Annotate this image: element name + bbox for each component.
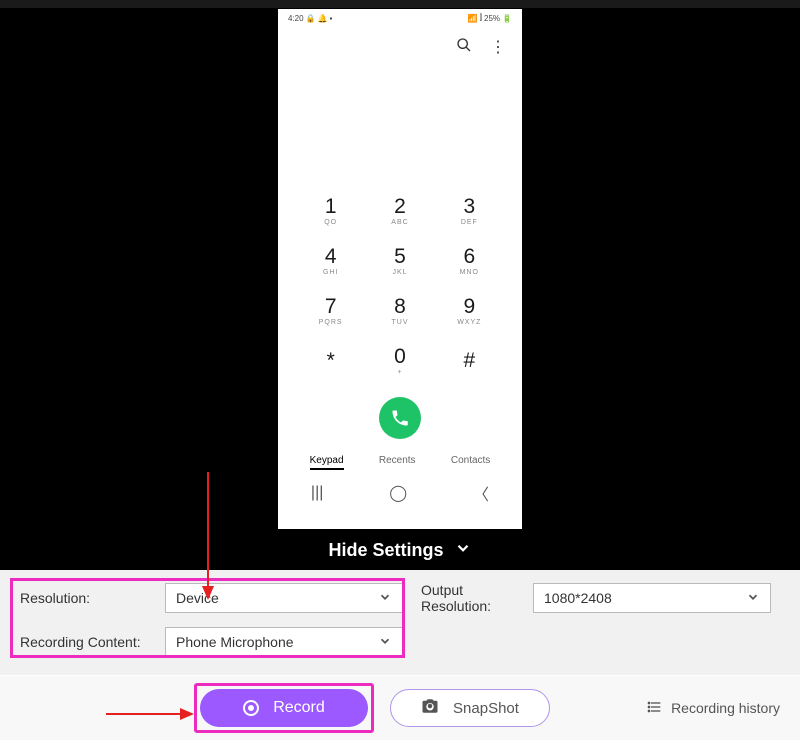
- chevron-down-icon: [378, 634, 392, 651]
- preview-area: 4:20 🔒 🔔 ▪ 📶 ⫿ 25% 🔋 ⋮ 1 QO 2 ABC 3 DEF 4 GH…: [0, 8, 800, 530]
- hide-settings-toggle[interactable]: Hide Settings: [0, 530, 800, 570]
- key-7[interactable]: 7 PQRS: [296, 289, 365, 333]
- status-time: 4:20: [288, 14, 304, 23]
- key-9[interactable]: 9 WXYZ: [435, 289, 504, 333]
- snapshot-button[interactable]: SnapShot: [390, 689, 550, 727]
- key-0[interactable]: 0+: [365, 339, 434, 383]
- snapshot-label: SnapShot: [453, 700, 519, 717]
- record-button[interactable]: Record: [200, 689, 368, 727]
- key-digit: 5: [394, 246, 406, 267]
- android-nav-bar: ||| ◯ 〈: [278, 478, 522, 508]
- key-digit: 6: [463, 246, 475, 267]
- key-letters: TUV: [391, 319, 408, 326]
- key-letters: +: [397, 369, 402, 376]
- recording-content-label: Recording Content:: [20, 634, 165, 650]
- key-letters: PQRS: [319, 319, 343, 326]
- list-icon: [647, 699, 663, 718]
- recording-content-dropdown[interactable]: Phone Microphone: [165, 627, 403, 657]
- key-letters: ABC: [391, 219, 408, 226]
- key-letters: MNO: [460, 269, 479, 276]
- tab-keypad[interactable]: Keypad: [310, 455, 344, 470]
- key-letters: WXYZ: [457, 319, 481, 326]
- key-digit: 2: [394, 196, 406, 217]
- resolution-value: Device: [176, 590, 219, 606]
- chevron-down-icon: [746, 590, 760, 607]
- key-6[interactable]: 6 MNO: [435, 239, 504, 283]
- more-icon[interactable]: ⋮: [490, 37, 506, 57]
- key-letters: JKL: [392, 269, 407, 276]
- key-letters: DEF: [461, 219, 478, 226]
- battery-percent: 25%: [484, 14, 500, 23]
- key-digit: *: [327, 350, 335, 371]
- key-digit: 9: [463, 296, 475, 317]
- key-1[interactable]: 1 QO: [296, 189, 365, 233]
- output-resolution-label: Output Resolution:: [403, 582, 533, 614]
- keypad: 1QO 2ABC 3DEF 4GHI 5JKL 6MNO 7PQRS 8TUV …: [278, 189, 522, 383]
- signal-icon: ⫿: [479, 13, 482, 23]
- key-digit: 4: [325, 246, 337, 267]
- settings-panel: Resolution: Device Output Resolution: 10…: [0, 570, 800, 675]
- key-3[interactable]: 3 DEF: [435, 189, 504, 233]
- key-star[interactable]: *: [296, 339, 365, 383]
- key-digit: 1: [325, 196, 337, 217]
- dialer-tabs: Keypad Recents Contacts: [278, 449, 522, 478]
- app-icon: ▪: [330, 14, 333, 23]
- phone-toolbar: ⋮: [278, 27, 522, 67]
- record-icon: [243, 700, 259, 716]
- key-letters: QO: [324, 219, 337, 226]
- tab-contacts[interactable]: Contacts: [451, 455, 490, 470]
- lock-icon: 🔒: [306, 14, 316, 23]
- resolution-label: Resolution:: [20, 590, 165, 606]
- hide-settings-label: Hide Settings: [328, 540, 443, 561]
- chevron-down-icon: [454, 539, 472, 562]
- key-letters: GHI: [323, 269, 338, 276]
- resolution-dropdown[interactable]: Device: [165, 583, 403, 613]
- nav-home-icon[interactable]: ◯: [389, 483, 407, 503]
- search-icon[interactable]: [456, 37, 472, 58]
- key-hash[interactable]: #: [435, 339, 504, 383]
- key-digit: 3: [463, 196, 475, 217]
- history-label: Recording history: [671, 700, 780, 716]
- battery-icon: 🔋: [502, 14, 512, 23]
- bottom-toolbar: Record SnapShot Recording history: [0, 676, 800, 740]
- chevron-down-icon: [378, 590, 392, 607]
- recording-history-link[interactable]: Recording history: [647, 699, 780, 718]
- annotation-highlight-record: Record: [194, 683, 374, 733]
- tab-recents[interactable]: Recents: [379, 455, 416, 470]
- key-2[interactable]: 2 ABC: [365, 189, 434, 233]
- output-resolution-value: 1080*2408: [544, 590, 612, 606]
- key-8[interactable]: 8 TUV: [365, 289, 434, 333]
- camera-icon: [421, 697, 439, 719]
- nav-recent-icon[interactable]: |||: [311, 484, 323, 502]
- wifi-icon: 📶: [467, 14, 477, 23]
- key-digit: #: [463, 350, 475, 371]
- bell-icon: 🔔: [318, 14, 328, 23]
- recording-content-value: Phone Microphone: [176, 634, 294, 650]
- phone-status-bar: 4:20 🔒 🔔 ▪ 📶 ⫿ 25% 🔋: [278, 9, 522, 27]
- dialer-display: [278, 67, 522, 189]
- key-digit: 0: [394, 346, 406, 367]
- key-digit: 7: [325, 296, 337, 317]
- call-button[interactable]: [379, 397, 421, 439]
- key-4[interactable]: 4 GHI: [296, 239, 365, 283]
- window-chrome: [0, 0, 800, 8]
- output-resolution-dropdown[interactable]: 1080*2408: [533, 583, 771, 613]
- nav-back-icon[interactable]: 〈: [473, 481, 489, 505]
- key-digit: 8: [394, 296, 406, 317]
- record-label: Record: [273, 699, 325, 717]
- phone-screen: 4:20 🔒 🔔 ▪ 📶 ⫿ 25% 🔋 ⋮ 1 QO 2 ABC 3 DEF 4 GH…: [278, 9, 522, 529]
- key-5[interactable]: 5 JKL: [365, 239, 434, 283]
